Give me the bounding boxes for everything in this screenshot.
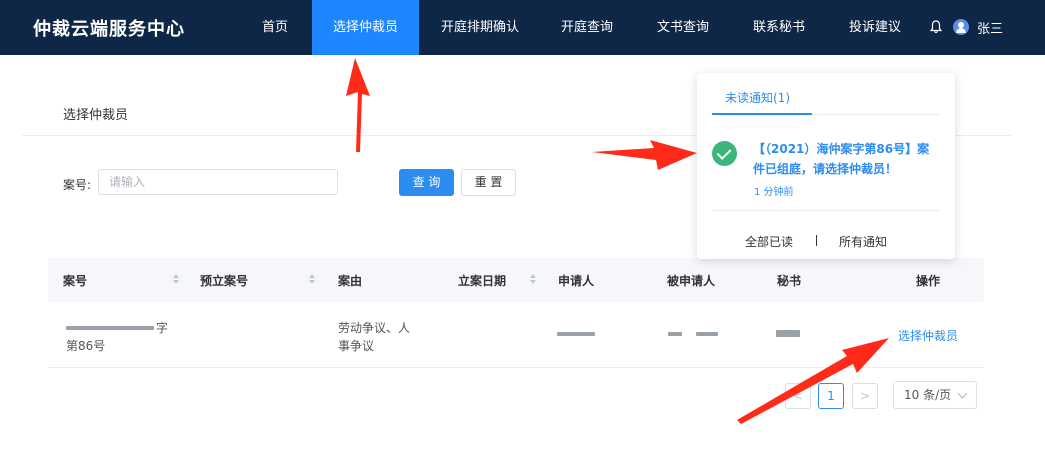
search-button[interactable]: 查 询 (399, 169, 454, 196)
sort-icon[interactable] (172, 274, 180, 286)
col-actions: 操作 (916, 274, 941, 288)
cell-respondent-redacted (668, 331, 718, 337)
mark-all-read-button[interactable]: 全部已读 (745, 233, 793, 250)
col-pre-case-number: 预立案号 (200, 274, 249, 288)
nav-item-home[interactable]: 首页 (248, 0, 302, 55)
arrow-up-to-nav (346, 58, 370, 152)
reset-button[interactable]: 重 置 (461, 169, 516, 196)
page-title: 选择仲裁员 (63, 108, 129, 123)
sort-icon[interactable] (529, 274, 537, 286)
tab-active-underline (712, 113, 812, 115)
top-navbar: 仲裁云端服务中心 首页 选择仲裁员 开庭排期确认 开庭查询 文书查询 联系秘书 … (0, 0, 1045, 55)
cell-cause: 劳动争议、人 事争议 (338, 321, 411, 353)
popover-divider (712, 210, 940, 211)
case-number-label: 案号: (63, 178, 92, 192)
pagination-page-1[interactable]: 1 (818, 383, 844, 409)
notification-message[interactable]: 【（2021）海仲案字第86号】案件已组庭，请选择仲裁员！ (753, 139, 938, 179)
footer-separator (816, 235, 817, 246)
col-case-number: 案号 (63, 274, 88, 288)
arrow-right-to-notification (592, 140, 697, 170)
case-number-input[interactable] (98, 169, 338, 195)
pagination-next-button[interactable]: > (852, 383, 878, 409)
check-circle-icon (712, 141, 737, 166)
nav-item-hearing-schedule-confirm[interactable]: 开庭排期确认 (432, 0, 528, 55)
nav-item-contact-secretary[interactable]: 联系秘书 (744, 0, 814, 55)
user-avatar-icon[interactable] (953, 19, 969, 35)
cell-applicant-redacted (557, 331, 597, 337)
col-cause: 案由 (338, 274, 363, 288)
sort-icon[interactable] (308, 274, 316, 286)
page-size-select[interactable]: 10 条/页 (893, 381, 977, 409)
nav-item-select-arbitrator[interactable]: 选择仲裁员 (312, 0, 419, 55)
table-row: 字 第86号 劳动争议、人 事争议 选择仲裁员 (48, 302, 984, 368)
tab-unread-notifications[interactable]: 未读通知(1) (725, 89, 790, 106)
username[interactable]: 张三 (977, 18, 1003, 37)
bell-icon[interactable] (930, 20, 942, 34)
select-arbitrator-link[interactable]: 选择仲裁员 (898, 327, 958, 345)
col-filing-date: 立案日期 (458, 274, 507, 288)
col-applicant: 申请人 (558, 274, 595, 288)
col-respondent: 被申请人 (667, 274, 716, 288)
pagination-prev-button[interactable]: < (785, 383, 811, 409)
redacted-text (66, 326, 154, 330)
table-header: 案号 预立案号 案由 立案日期 申请人 被申请人 秘书 操作 (48, 258, 984, 302)
chevron-down-icon (957, 388, 968, 399)
nav-item-hearing-query[interactable]: 开庭查询 (552, 0, 622, 55)
all-notifications-button[interactable]: 所有通知 (839, 233, 887, 250)
app-logo-title[interactable]: 仲裁云端服务中心 (33, 15, 185, 41)
nav-item-complaint-suggestion[interactable]: 投诉建议 (840, 0, 910, 55)
notification-time: 1 分钟前 (754, 187, 794, 198)
nav-item-document-query[interactable]: 文书查询 (648, 0, 718, 55)
notification-popover: 未读通知(1) 【（2021）海仲案字第86号】案件已组庭，请选择仲裁员！ 1 … (697, 73, 955, 259)
col-secretary: 秘书 (777, 274, 802, 288)
cell-secretary-redacted (776, 330, 802, 338)
